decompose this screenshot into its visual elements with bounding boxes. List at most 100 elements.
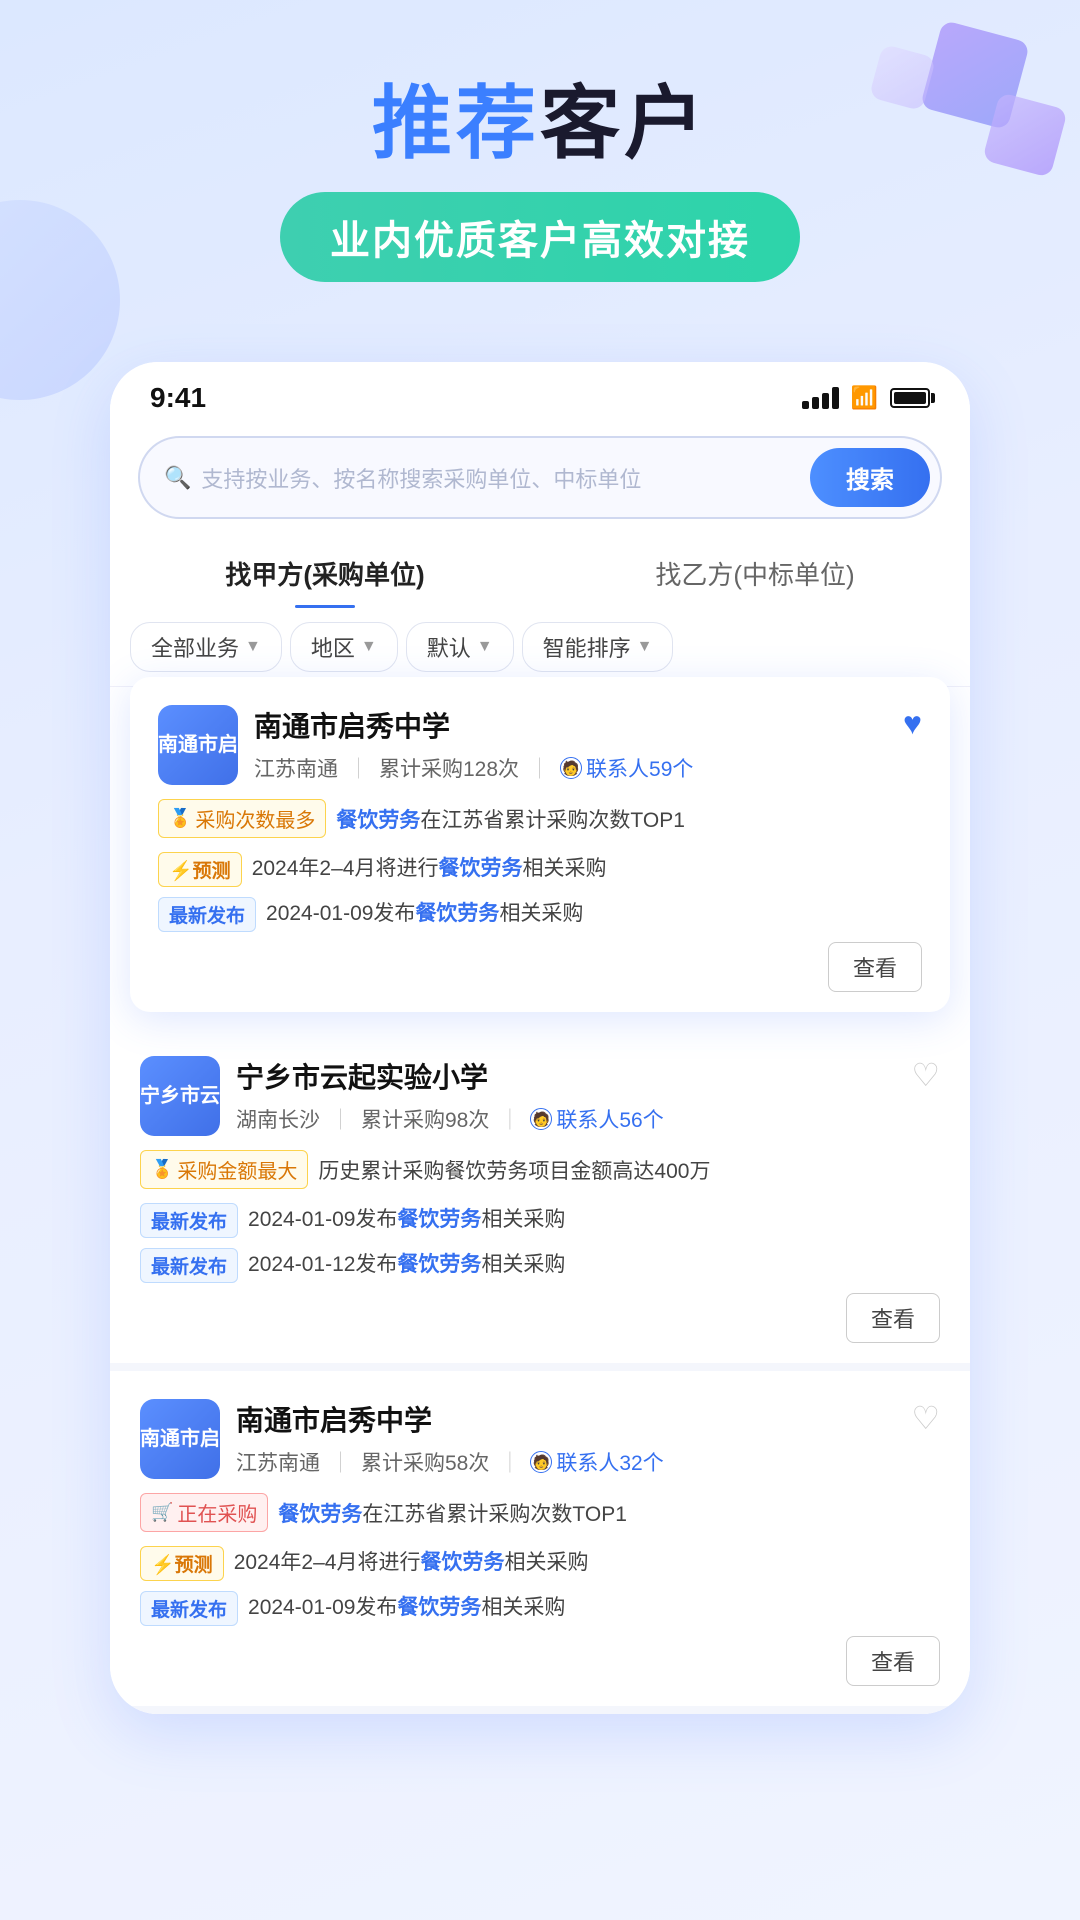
filter-smart-sort[interactable]: 智能排序 ▼ (522, 622, 674, 672)
contact-icon-2: 🧑 (530, 1108, 552, 1130)
rank-icon-2: 🏅 (151, 1159, 173, 1180)
signal-bar-3 (822, 393, 829, 409)
badge-label-1: 餐饮劳务在江苏省累计采购次数TOP1 (336, 804, 684, 834)
favorite-button-2[interactable]: ♡ (911, 1056, 940, 1094)
badge-row-1: 🏅 采购次数最多 餐饮劳务在江苏省累计采购次数TOP1 (158, 799, 922, 838)
status-icons: 📶 (802, 385, 930, 411)
info-row-new-3: 最新发布 2024-01-09发布餐饮劳务相关采购 (140, 1591, 940, 1626)
hero-section: 推荐客户 业内优质客户高效对接 (0, 0, 1080, 322)
favorite-button-3[interactable]: ♡ (911, 1399, 940, 1437)
rank-icon: 🏅 (169, 808, 191, 829)
tab-yifang[interactable]: 找乙方(中标单位) (540, 539, 970, 608)
wifi-icon: 📶 (851, 385, 878, 411)
contact-icon-1: 🧑 (560, 757, 582, 779)
info-text-new-2b: 2024-01-12发布餐饮劳务相关采购 (248, 1248, 940, 1278)
badge-rank-1: 🏅 采购次数最多 (158, 799, 326, 838)
company-avatar-3: 南通 市启 (140, 1399, 220, 1479)
tag-new-2b: 最新发布 (140, 1248, 238, 1283)
view-button-2[interactable]: 查看 (846, 1293, 940, 1343)
company-avatar-2: 宁乡 市云 (140, 1056, 220, 1136)
signal-bar-1 (802, 401, 809, 409)
company-meta-2: 湖南长沙 ｜ 累计采购98次 ｜ 🧑 联系人56个 (236, 1104, 895, 1134)
status-bar: 9:41 📶 (110, 362, 970, 424)
company-name-3: 南通市启秀中学 (236, 1399, 895, 1439)
view-btn-wrap-2: 查看 (140, 1293, 940, 1343)
filter-bar: 全部业务 ▼ 地区 ▼ 默认 ▼ 智能排序 ▼ (110, 608, 970, 687)
company-meta-3: 江苏南通 ｜ 累计采购58次 ｜ 🧑 联系人32个 (236, 1447, 895, 1477)
info-text-predict-3: 2024年2–4月将进行餐饮劳务相关采购 (234, 1546, 940, 1576)
badge-row-2: 🏅 采购金额最大 历史累计采购餐饮劳务项目金额高达400万 (140, 1150, 940, 1189)
battery-icon (890, 388, 930, 408)
tag-new-2a: 最新发布 (140, 1203, 238, 1238)
purchase-count-3: 累计采购58次 (361, 1447, 489, 1477)
tab-jiafang[interactable]: 找甲方(采购单位) (110, 539, 540, 608)
info-row-new-2b: 最新发布 2024-01-12发布餐饮劳务相关采购 (140, 1248, 940, 1283)
contact-icon-3: 🧑 (530, 1451, 552, 1473)
chevron-down-icon: ▼ (245, 638, 261, 656)
tag-predict-3: ⚡预测 (140, 1546, 224, 1581)
signal-bar-2 (812, 397, 819, 409)
view-button-1[interactable]: 查看 (828, 942, 922, 992)
info-row-predict-1: ⚡预测 2024年2–4月将进行餐饮劳务相关采购 (158, 852, 922, 887)
hero-subtitle-wrap: 业内优质客户高效对接 (280, 192, 800, 282)
company-info-3: 南通市启秀中学 江苏南通 ｜ 累计采购58次 ｜ 🧑 联系人32个 (236, 1399, 895, 1477)
card-header-2: 宁乡 市云 宁乡市云起实验小学 湖南长沙 ｜ 累计采购98次 ｜ 🧑 联系人56… (140, 1056, 940, 1136)
view-button-3[interactable]: 查看 (846, 1636, 940, 1686)
featured-card: 南通 市启 南通市启秀中学 江苏南通 ｜ 累计采购128次 ｜ 🧑 联系人59个 (130, 677, 950, 1012)
company-meta-1: 江苏南通 ｜ 累计采购128次 ｜ 🧑 联系人59个 (254, 753, 887, 783)
badge-rank-3: 🛒 正在采购 (140, 1493, 268, 1532)
hero-title-blue: 推荐 (372, 79, 540, 168)
purchase-count-2: 累计采购98次 (361, 1104, 489, 1134)
tag-new-3: 最新发布 (140, 1591, 238, 1626)
search-input[interactable]: 支持按业务、按名称搜索采购单位、中标单位 (201, 462, 810, 494)
company-avatar-1: 南通 市启 (158, 705, 238, 785)
card-3: 南通 市启 南通市启秀中学 江苏南通 ｜ 累计采购58次 ｜ 🧑 联系人32个 (110, 1371, 970, 1714)
badge-label-3: 餐饮劳务在江苏省累计采购次数TOP1 (278, 1498, 626, 1528)
lightning-icon-3: ⚡ (151, 1555, 175, 1576)
tab-bar: 找甲方(采购单位) 找乙方(中标单位) (110, 519, 970, 608)
chevron-down-icon: ▼ (361, 638, 377, 656)
search-section: 🔍 支持按业务、按名称搜索采购单位、中标单位 搜索 (110, 424, 970, 519)
filter-region[interactable]: 地区 ▼ (290, 622, 398, 672)
company-info-2: 宁乡市云起实验小学 湖南长沙 ｜ 累计采购98次 ｜ 🧑 联系人56个 (236, 1056, 895, 1134)
tag-new-1: 最新发布 (158, 897, 256, 932)
info-text-new-1: 2024-01-09发布餐饮劳务相关采购 (266, 897, 922, 927)
hero-title-dark: 客户 (540, 79, 708, 168)
signal-bar-4 (832, 387, 839, 409)
contact-link-2[interactable]: 🧑 联系人56个 (530, 1104, 663, 1134)
view-btn-wrap-3: 查看 (140, 1636, 940, 1686)
company-name-1: 南通市启秀中学 (254, 705, 887, 745)
info-row-new-1: 最新发布 2024-01-09发布餐饮劳务相关采购 (158, 897, 922, 932)
card-header-3: 南通 市启 南通市启秀中学 江苏南通 ｜ 累计采购58次 ｜ 🧑 联系人32个 (140, 1399, 940, 1479)
filter-all-business[interactable]: 全部业务 ▼ (130, 622, 282, 672)
filter-default[interactable]: 默认 ▼ (406, 622, 514, 672)
hero-subtitle: 业内优质客户高效对接 (330, 219, 750, 263)
chevron-down-icon: ▼ (637, 638, 653, 656)
favorite-button-1[interactable]: ♥ (903, 705, 922, 742)
battery-fill (894, 392, 926, 404)
card-header-1: 南通 市启 南通市启秀中学 江苏南通 ｜ 累计采购128次 ｜ 🧑 联系人59个 (158, 705, 922, 785)
lightning-icon: ⚡ (169, 861, 193, 882)
info-text-new-3: 2024-01-09发布餐饮劳务相关采购 (248, 1591, 940, 1621)
company-province-3: 江苏南通 (236, 1447, 320, 1477)
search-icon: 🔍 (164, 465, 191, 491)
info-row-predict-3: ⚡预测 2024年2–4月将进行餐饮劳务相关采购 (140, 1546, 940, 1581)
contact-link-3[interactable]: 🧑 联系人32个 (530, 1447, 663, 1477)
company-info-1: 南通市启秀中学 江苏南通 ｜ 累计采购128次 ｜ 🧑 联系人59个 (254, 705, 887, 783)
purchase-count-1: 累计采购128次 (379, 753, 519, 783)
card-list: 南通 市启 南通市启秀中学 江苏南通 ｜ 累计采购128次 ｜ 🧑 联系人59个 (110, 677, 970, 1714)
company-name-2: 宁乡市云起实验小学 (236, 1056, 895, 1096)
rank-icon-3: 🛒 (151, 1502, 173, 1523)
info-row-new-2a: 最新发布 2024-01-09发布餐饮劳务相关采购 (140, 1203, 940, 1238)
view-btn-wrap-1: 查看 (158, 942, 922, 992)
info-text-new-2a: 2024-01-09发布餐饮劳务相关采购 (248, 1203, 940, 1233)
badge-rank-2: 🏅 采购金额最大 (140, 1150, 308, 1189)
company-province-1: 江苏南通 (254, 753, 338, 783)
search-button[interactable]: 搜索 (810, 448, 930, 507)
hero-title: 推荐客户 (60, 80, 1020, 168)
search-bar[interactable]: 🔍 支持按业务、按名称搜索采购单位、中标单位 搜索 (138, 436, 942, 519)
contact-link-1[interactable]: 🧑 联系人59个 (560, 753, 693, 783)
status-time: 9:41 (150, 382, 206, 414)
card-2: 宁乡 市云 宁乡市云起实验小学 湖南长沙 ｜ 累计采购98次 ｜ 🧑 联系人56… (110, 1028, 970, 1371)
tag-predict-1: ⚡预测 (158, 852, 242, 887)
